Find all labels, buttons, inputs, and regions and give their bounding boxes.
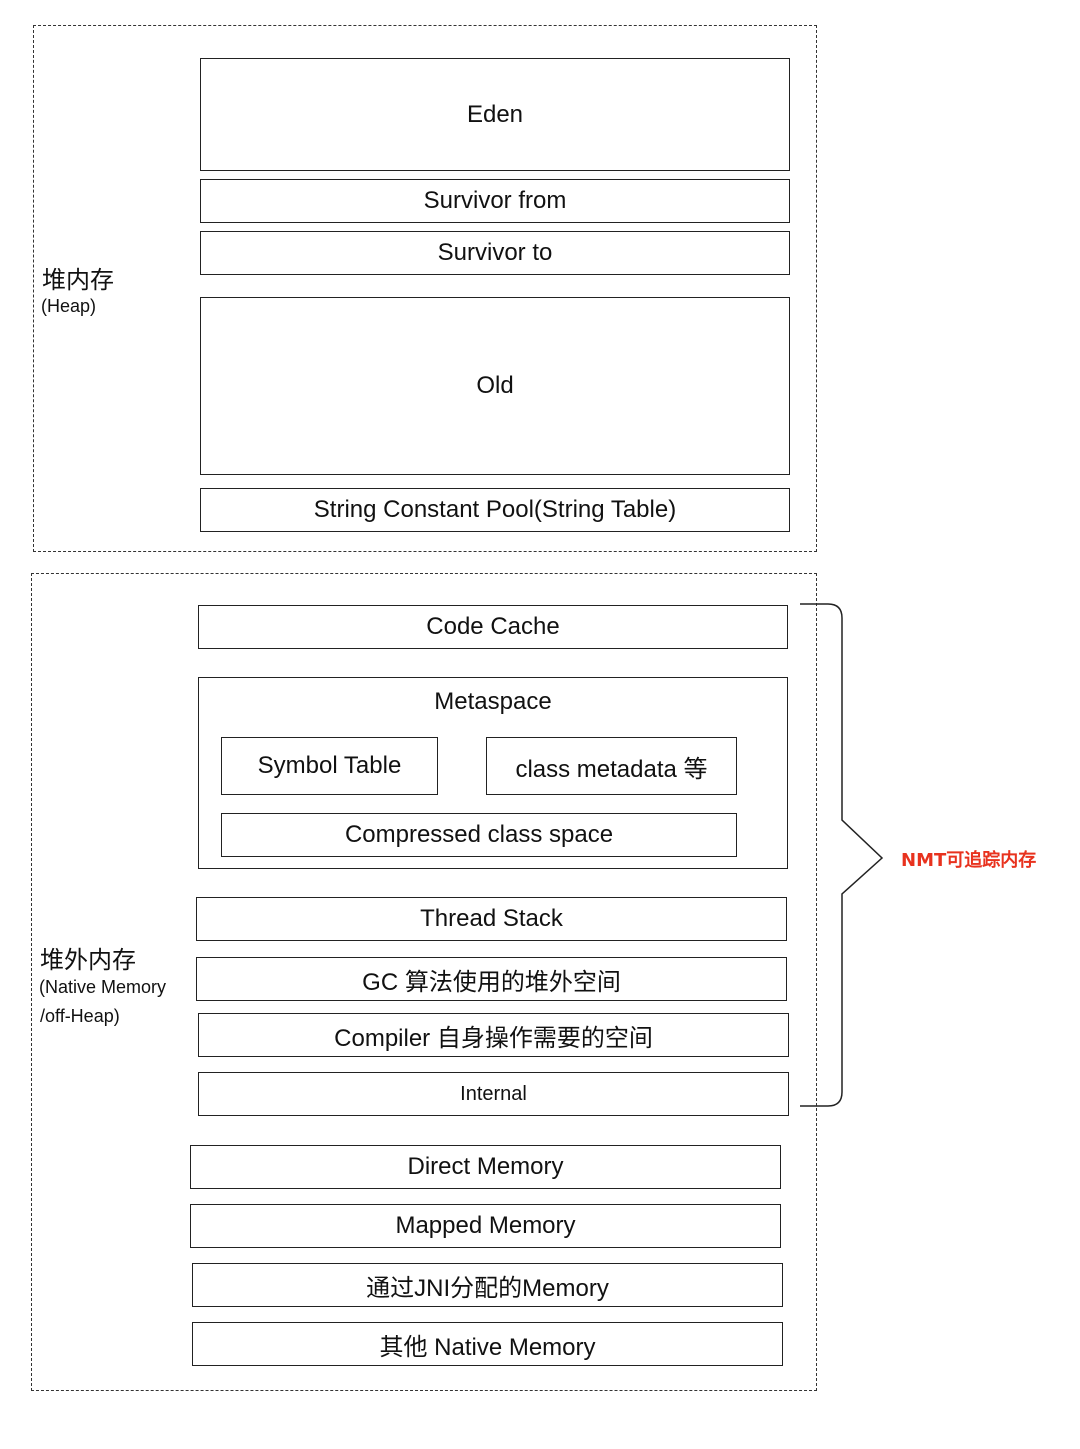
curly-brace	[800, 603, 884, 1107]
brace-layer	[800, 603, 884, 1107]
nmt-trackable-label: NMT可追踪内存	[901, 850, 1037, 871]
jvm-memory-diagram: 堆内存 (Heap) Eden Survivor from Survivor t…	[0, 0, 1080, 1449]
